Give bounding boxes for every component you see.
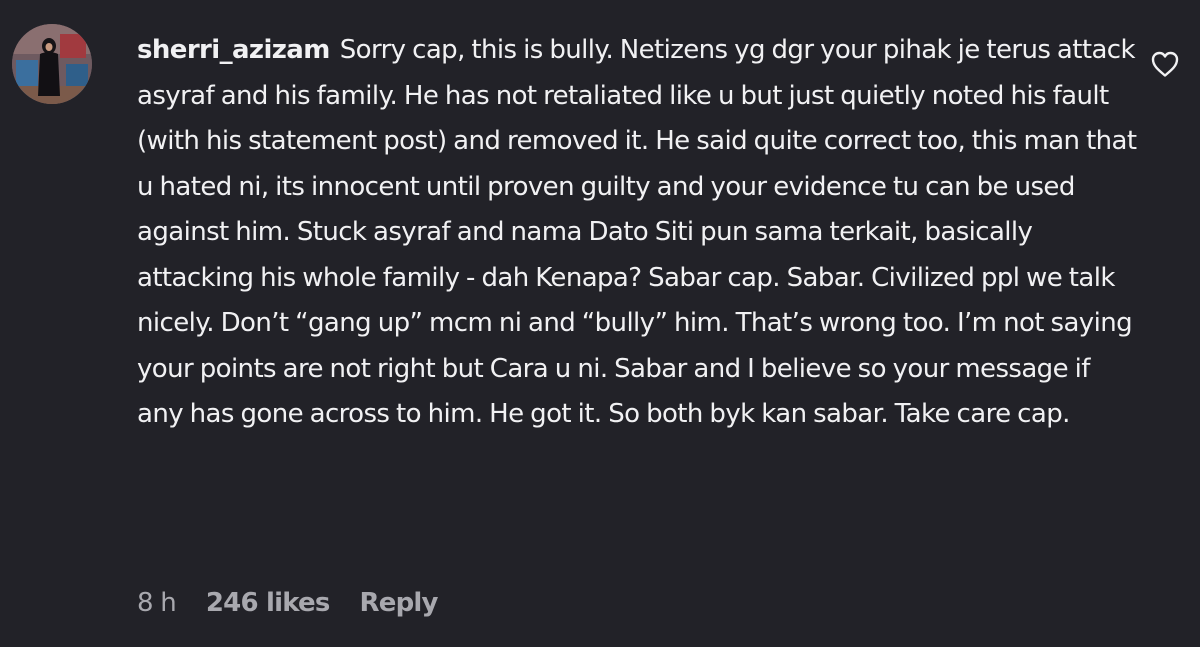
avatar[interactable] — [12, 24, 92, 104]
heart-outline-icon[interactable] — [1150, 50, 1180, 78]
comment-text: Sorry cap, this is bully. Netizens yg dg… — [137, 35, 1137, 429]
username[interactable]: sherri_azizam — [137, 35, 330, 65]
timestamp: 8 h — [137, 588, 177, 618]
comment: sherri_azizam Sorry cap, this is bully. N… — [0, 0, 1200, 647]
avatar-image — [12, 24, 92, 104]
reply-button[interactable]: Reply — [360, 588, 439, 618]
comment-body: sherri_azizam Sorry cap, this is bully. N… — [137, 28, 1137, 438]
comment-text-block: sherri_azizam Sorry cap, this is bully. N… — [137, 28, 1137, 438]
likes-count[interactable]: 246 likes — [206, 588, 330, 618]
comment-meta: 8 h 246 likes Reply — [137, 588, 438, 618]
